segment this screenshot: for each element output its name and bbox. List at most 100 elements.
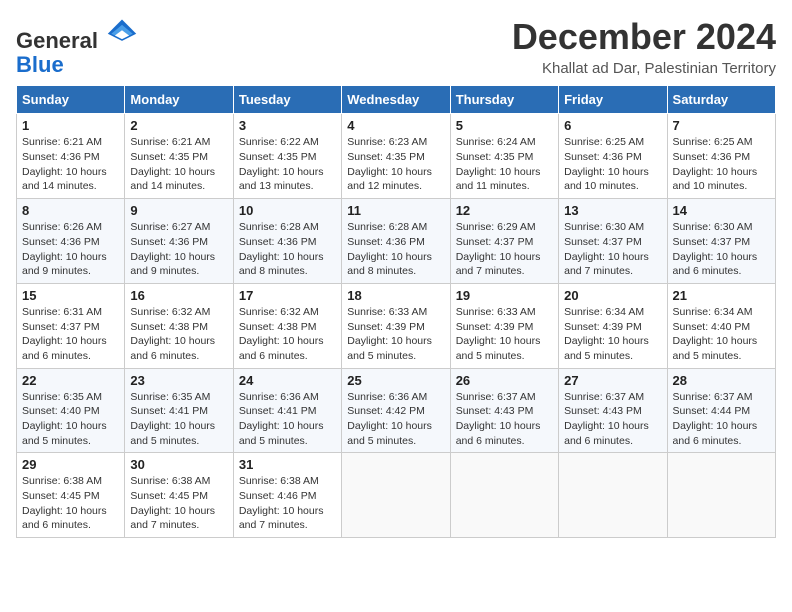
day-number: 29 — [22, 457, 119, 472]
day-info: Sunrise: 6:31 AM Sunset: 4:37 PM Dayligh… — [22, 305, 119, 364]
calendar-cell — [559, 453, 667, 538]
day-number: 17 — [239, 288, 336, 303]
sunrise-label: Sunrise: 6:32 AM — [239, 306, 319, 318]
daylight-label: Daylight: 10 hours and 8 minutes. — [347, 251, 432, 278]
sunrise-label: Sunrise: 6:25 AM — [673, 136, 753, 148]
day-info: Sunrise: 6:32 AM Sunset: 4:38 PM Dayligh… — [130, 305, 227, 364]
daylight-label: Daylight: 10 hours and 7 minutes. — [456, 251, 541, 278]
calendar-cell: 8 Sunrise: 6:26 AM Sunset: 4:36 PM Dayli… — [17, 199, 125, 284]
calendar-cell: 28 Sunrise: 6:37 AM Sunset: 4:44 PM Dayl… — [667, 368, 775, 453]
day-info: Sunrise: 6:34 AM Sunset: 4:39 PM Dayligh… — [564, 305, 661, 364]
calendar-table: SundayMondayTuesdayWednesdayThursdayFrid… — [16, 85, 776, 538]
sunrise-label: Sunrise: 6:34 AM — [673, 306, 753, 318]
daylight-label: Daylight: 10 hours and 5 minutes. — [456, 335, 541, 362]
sunset-label: Sunset: 4:45 PM — [130, 490, 208, 502]
weekday-wednesday: Wednesday — [342, 86, 450, 114]
calendar-cell: 27 Sunrise: 6:37 AM Sunset: 4:43 PM Dayl… — [559, 368, 667, 453]
sunset-label: Sunset: 4:36 PM — [239, 236, 317, 248]
weekday-sunday: Sunday — [17, 86, 125, 114]
calendar-cell: 23 Sunrise: 6:35 AM Sunset: 4:41 PM Dayl… — [125, 368, 233, 453]
day-number: 30 — [130, 457, 227, 472]
calendar-cell: 30 Sunrise: 6:38 AM Sunset: 4:45 PM Dayl… — [125, 453, 233, 538]
sunset-label: Sunset: 4:36 PM — [347, 236, 425, 248]
daylight-label: Daylight: 10 hours and 10 minutes. — [564, 166, 649, 193]
title-block: December 2024 Khallat ad Dar, Palestinia… — [512, 16, 776, 77]
day-info: Sunrise: 6:33 AM Sunset: 4:39 PM Dayligh… — [456, 305, 553, 364]
sunset-label: Sunset: 4:36 PM — [22, 151, 100, 163]
calendar-cell: 25 Sunrise: 6:36 AM Sunset: 4:42 PM Dayl… — [342, 368, 450, 453]
day-number: 18 — [347, 288, 444, 303]
calendar-week-3: 15 Sunrise: 6:31 AM Sunset: 4:37 PM Dayl… — [17, 283, 776, 368]
day-number: 28 — [673, 373, 770, 388]
logo-blue: Blue — [16, 52, 64, 77]
weekday-saturday: Saturday — [667, 86, 775, 114]
sunrise-label: Sunrise: 6:21 AM — [22, 136, 102, 148]
day-info: Sunrise: 6:38 AM Sunset: 4:45 PM Dayligh… — [22, 474, 119, 533]
sunset-label: Sunset: 4:43 PM — [564, 405, 642, 417]
page-header: General Blue December 2024 Khallat ad Da… — [16, 16, 776, 77]
day-number: 21 — [673, 288, 770, 303]
sunset-label: Sunset: 4:37 PM — [22, 321, 100, 333]
calendar-cell: 22 Sunrise: 6:35 AM Sunset: 4:40 PM Dayl… — [17, 368, 125, 453]
sunrise-label: Sunrise: 6:32 AM — [130, 306, 210, 318]
sunrise-label: Sunrise: 6:33 AM — [456, 306, 536, 318]
sunrise-label: Sunrise: 6:29 AM — [456, 221, 536, 233]
calendar-week-1: 1 Sunrise: 6:21 AM Sunset: 4:36 PM Dayli… — [17, 114, 776, 199]
sunrise-label: Sunrise: 6:26 AM — [22, 221, 102, 233]
day-number: 2 — [130, 118, 227, 133]
day-number: 13 — [564, 203, 661, 218]
calendar-cell: 1 Sunrise: 6:21 AM Sunset: 4:36 PM Dayli… — [17, 114, 125, 199]
sunset-label: Sunset: 4:35 PM — [239, 151, 317, 163]
sunset-label: Sunset: 4:36 PM — [673, 151, 751, 163]
location-text: Khallat ad Dar, Palestinian Territory — [512, 60, 776, 77]
sunrise-label: Sunrise: 6:37 AM — [564, 391, 644, 403]
sunrise-label: Sunrise: 6:35 AM — [22, 391, 102, 403]
calendar-week-2: 8 Sunrise: 6:26 AM Sunset: 4:36 PM Dayli… — [17, 199, 776, 284]
day-info: Sunrise: 6:35 AM Sunset: 4:40 PM Dayligh… — [22, 390, 119, 449]
weekday-header-row: SundayMondayTuesdayWednesdayThursdayFrid… — [17, 86, 776, 114]
sunset-label: Sunset: 4:36 PM — [130, 236, 208, 248]
day-info: Sunrise: 6:33 AM Sunset: 4:39 PM Dayligh… — [347, 305, 444, 364]
sunset-label: Sunset: 4:36 PM — [22, 236, 100, 248]
calendar-cell: 15 Sunrise: 6:31 AM Sunset: 4:37 PM Dayl… — [17, 283, 125, 368]
day-info: Sunrise: 6:37 AM Sunset: 4:44 PM Dayligh… — [673, 390, 770, 449]
sunset-label: Sunset: 4:37 PM — [456, 236, 534, 248]
calendar-cell: 21 Sunrise: 6:34 AM Sunset: 4:40 PM Dayl… — [667, 283, 775, 368]
daylight-label: Daylight: 10 hours and 5 minutes. — [564, 335, 649, 362]
day-info: Sunrise: 6:21 AM Sunset: 4:35 PM Dayligh… — [130, 135, 227, 194]
day-info: Sunrise: 6:22 AM Sunset: 4:35 PM Dayligh… — [239, 135, 336, 194]
daylight-label: Daylight: 10 hours and 13 minutes. — [239, 166, 324, 193]
sunset-label: Sunset: 4:38 PM — [130, 321, 208, 333]
day-info: Sunrise: 6:32 AM Sunset: 4:38 PM Dayligh… — [239, 305, 336, 364]
calendar-cell: 3 Sunrise: 6:22 AM Sunset: 4:35 PM Dayli… — [233, 114, 341, 199]
sunrise-label: Sunrise: 6:22 AM — [239, 136, 319, 148]
day-number: 7 — [673, 118, 770, 133]
weekday-tuesday: Tuesday — [233, 86, 341, 114]
day-number: 4 — [347, 118, 444, 133]
day-number: 24 — [239, 373, 336, 388]
sunrise-label: Sunrise: 6:23 AM — [347, 136, 427, 148]
sunset-label: Sunset: 4:35 PM — [456, 151, 534, 163]
daylight-label: Daylight: 10 hours and 14 minutes. — [130, 166, 215, 193]
sunrise-label: Sunrise: 6:28 AM — [347, 221, 427, 233]
logo: General Blue — [16, 16, 142, 77]
sunrise-label: Sunrise: 6:24 AM — [456, 136, 536, 148]
daylight-label: Daylight: 10 hours and 7 minutes. — [130, 505, 215, 532]
sunset-label: Sunset: 4:41 PM — [130, 405, 208, 417]
daylight-label: Daylight: 10 hours and 6 minutes. — [456, 420, 541, 447]
day-number: 12 — [456, 203, 553, 218]
sunset-label: Sunset: 4:43 PM — [456, 405, 534, 417]
day-number: 15 — [22, 288, 119, 303]
calendar-cell: 24 Sunrise: 6:36 AM Sunset: 4:41 PM Dayl… — [233, 368, 341, 453]
sunrise-label: Sunrise: 6:27 AM — [130, 221, 210, 233]
calendar-cell: 6 Sunrise: 6:25 AM Sunset: 4:36 PM Dayli… — [559, 114, 667, 199]
calendar-cell: 18 Sunrise: 6:33 AM Sunset: 4:39 PM Dayl… — [342, 283, 450, 368]
daylight-label: Daylight: 10 hours and 6 minutes. — [673, 420, 758, 447]
day-number: 8 — [22, 203, 119, 218]
calendar-cell — [667, 453, 775, 538]
day-info: Sunrise: 6:36 AM Sunset: 4:41 PM Dayligh… — [239, 390, 336, 449]
day-info: Sunrise: 6:29 AM Sunset: 4:37 PM Dayligh… — [456, 220, 553, 279]
sunset-label: Sunset: 4:35 PM — [347, 151, 425, 163]
day-number: 27 — [564, 373, 661, 388]
calendar-body: 1 Sunrise: 6:21 AM Sunset: 4:36 PM Dayli… — [17, 114, 776, 538]
